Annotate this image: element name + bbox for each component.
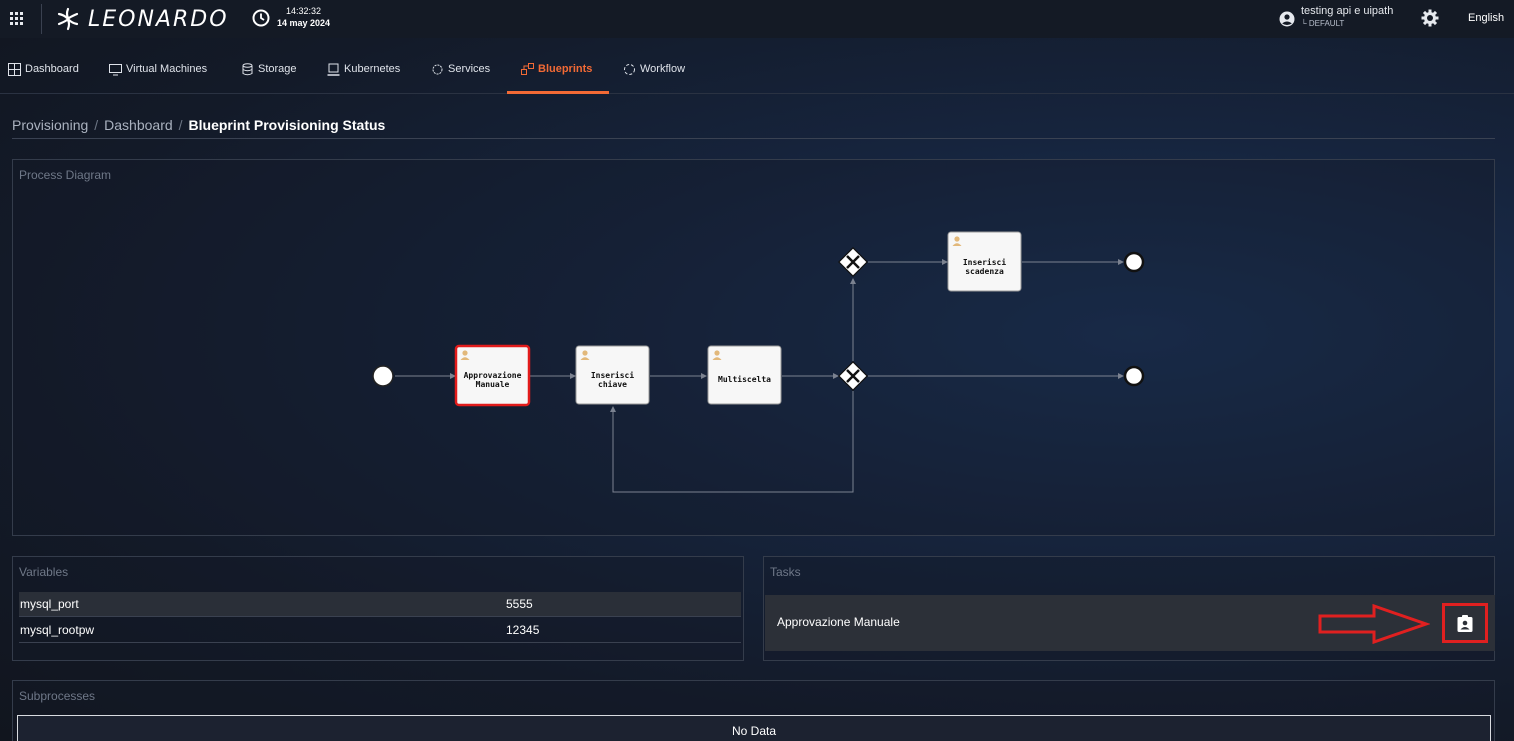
subprocesses-title: Subprocesses (19, 689, 96, 703)
end-event (1123, 365, 1145, 387)
nav-label: Blueprints (538, 63, 593, 75)
exclusive-gateway (838, 361, 868, 391)
tasks-panel: Tasks Approvazione Manuale (763, 556, 1495, 661)
variable-name: mysql_rootpw (20, 623, 95, 637)
task-approvazione-manuale[interactable]: Approvazione Manuale (454, 344, 531, 407)
nav-label: Workflow (640, 63, 686, 75)
top-bar: LEONARDO 14:32:32 14 may 2024 testing ap… (0, 0, 1514, 38)
nav-label: Kubernetes (344, 63, 401, 75)
empty-state: No Data (17, 715, 1491, 741)
exclusive-gateway (838, 247, 868, 277)
task-label: Approvazione (464, 370, 522, 380)
variable-name: mysql_port (20, 597, 79, 611)
task-multiscelta[interactable]: Multiscelta (707, 345, 782, 405)
nav-label: Storage (258, 63, 297, 75)
claim-task-button[interactable] (1442, 603, 1488, 643)
workflow-icon (624, 63, 635, 75)
end-event (1123, 251, 1145, 273)
nav-item-workflow[interactable]: Workflow (623, 44, 685, 94)
nav-item-kubernetes[interactable]: Kubernetes (327, 44, 400, 94)
nav-item-blueprints[interactable]: Blueprints (521, 44, 592, 94)
task-inserisci-scadenza[interactable]: Inserisci scadenza (947, 231, 1022, 292)
dashboard-icon (8, 62, 21, 76)
task-name: Approvazione Manuale (777, 615, 900, 629)
task-label: Inserisci (591, 370, 635, 380)
services-icon (432, 64, 443, 74)
variable-value: 12345 (506, 623, 540, 637)
tasks-title: Tasks (770, 565, 801, 579)
user-tenant: └ DEFAULT (1301, 19, 1345, 28)
task-label: Inserisci (963, 257, 1007, 267)
kubernetes-icon (327, 63, 340, 76)
nav-item-dashboard[interactable]: Dashboard (8, 44, 79, 94)
breadcrumb-divider (12, 138, 1495, 139)
variables-panel: Variables mysql_port 5555 mysql_rootpw 1… (12, 556, 744, 661)
user-name: testing api e uipath (1301, 5, 1394, 17)
subprocesses-panel: Subprocesses No Data (12, 680, 1495, 741)
task-label: chiave (598, 379, 627, 389)
nav-item-virtual-machines[interactable]: Virtual Machines (109, 44, 207, 94)
user-tenant-label: DEFAULT (1308, 19, 1345, 28)
task-inserisci-chiave[interactable]: Inserisci chiave (575, 345, 650, 405)
task-row: Approvazione Manuale (765, 595, 1495, 651)
clock-icon (252, 9, 270, 27)
nav-label: Virtual Machines (126, 63, 208, 75)
nav-item-services[interactable]: Services (431, 44, 490, 94)
monitor-icon (109, 63, 122, 75)
breadcrumb-dashboard[interactable]: Dashboard (104, 117, 173, 133)
breadcrumb: Provisioning / Dashboard / Blueprint Provisi… (12, 117, 386, 133)
task-label: scadenza (965, 267, 1004, 276)
nav-label: Dashboard (25, 63, 79, 75)
process-diagram-panel: Process Diagram Approvazione Manuale Ins… (12, 159, 1495, 536)
variable-value: 5555 (506, 597, 533, 611)
time-text: 14:32:32 (286, 6, 322, 16)
database-icon (242, 62, 253, 75)
settings-gear-icon[interactable] (1421, 9, 1439, 27)
task-label: Manuale (476, 380, 510, 389)
bpmn-diagram: Approvazione Manuale Inserisci chiave Mu… (372, 231, 1145, 493)
nav-label: Services (448, 63, 491, 75)
blueprints-icon (521, 62, 534, 75)
language-selector[interactable]: English (1468, 12, 1504, 24)
table-row: mysql_rootpw 12345 (19, 618, 741, 643)
assignment-ind-icon (1457, 614, 1473, 632)
breadcrumb-current: Blueprint Provisioning Status (188, 117, 386, 133)
divider (41, 4, 42, 34)
account-circle-icon (1279, 11, 1295, 27)
user-menu[interactable]: testing api e uipath └ DEFAULT (1279, 6, 1393, 29)
apps-grid-icon[interactable] (10, 12, 23, 25)
active-tab-indicator (507, 91, 609, 94)
start-event (372, 365, 394, 387)
annotation-arrow-icon (1318, 604, 1430, 644)
breadcrumb-provisioning[interactable]: Provisioning (12, 117, 88, 133)
date-text: 14 may 2024 (277, 18, 331, 28)
task-label: Multiscelta (718, 374, 771, 384)
logo[interactable]: LEONARDO (54, 4, 229, 34)
logo-text: LEONARDO (88, 6, 229, 32)
table-row: mysql_port 5555 (19, 592, 741, 617)
variables-title: Variables (19, 565, 69, 579)
nav-item-storage[interactable]: Storage (241, 44, 297, 94)
date-time: 14:32:32 14 may 2024 (277, 5, 330, 29)
leonardo-logo-icon (57, 7, 79, 31)
main-nav: Dashboard Virtual Machines Storage Kuber… (0, 44, 1514, 94)
